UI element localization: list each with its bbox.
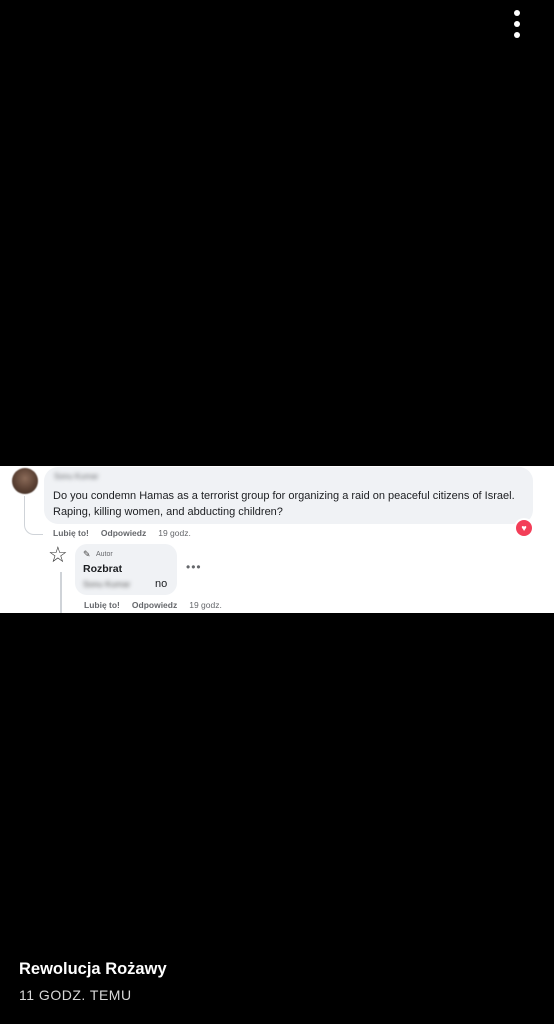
more-options-icon-dot: [514, 21, 520, 27]
reply-thread-line: [60, 572, 62, 613]
more-options-icon-dot: [514, 32, 520, 38]
star-icon: ☆: [48, 542, 68, 567]
like-link: Lubię to!: [53, 528, 89, 538]
comment-actions: Lubię to! Odpowiedz 19 godz.: [53, 528, 191, 538]
comment-screenshot: Sonu Kumar Do you condemn Hamas as a ter…: [0, 466, 554, 613]
pencil-icon: ✎: [83, 549, 91, 559]
thread-connector: [24, 496, 43, 535]
comment-time: 19 godz.: [158, 528, 191, 538]
reply-mention-blurred: Sonu Kumar: [83, 579, 131, 589]
story-footer: Rewolucja Rożawy 11 GODZ. TEMU: [19, 960, 167, 1003]
heart-reaction-icon: ♥: [516, 520, 532, 536]
reply-link: Odpowiedz: [131, 600, 178, 610]
author-badge: Autor: [96, 551, 113, 558]
reply-text: no: [155, 578, 168, 590]
more-dots-icon: •••: [186, 560, 202, 574]
comment-text: Do you condemn Hamas as a terrorist grou…: [53, 490, 515, 518]
commenter-avatar: [12, 468, 38, 494]
reply-link: Odpowiedz: [100, 528, 147, 538]
reply-time: 19 godz.: [189, 600, 222, 610]
post-time: 11 GODZ. TEMU: [19, 987, 132, 1003]
more-options-button[interactable]: [500, 6, 534, 42]
account-name[interactable]: Rewolucja Rożawy: [19, 960, 167, 979]
reply-author-name: Rozbrat: [83, 563, 123, 575]
comment-bubble: Sonu Kumar Do you condemn Hamas as a ter…: [44, 467, 533, 524]
reply-actions: Lubię to! Odpowiedz 19 godz.: [84, 600, 222, 610]
comment-author-blurred: Sonu Kumar: [54, 472, 99, 481]
like-link: Lubię to!: [84, 600, 120, 610]
more-options-icon: [514, 10, 520, 16]
reply-bubble: ✎ Autor Rozbrat Sonu Kumar no: [75, 544, 177, 595]
